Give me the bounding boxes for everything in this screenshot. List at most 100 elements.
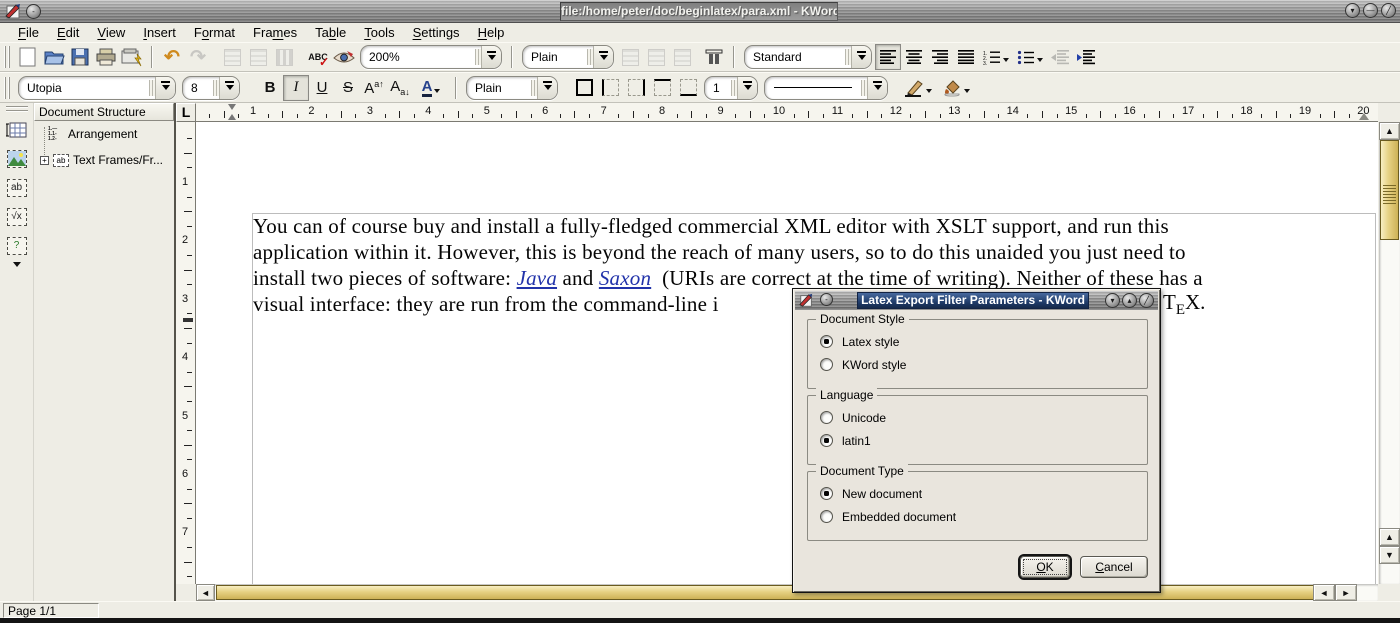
border-right-button[interactable]	[623, 75, 649, 101]
redo-button[interactable]: ↷	[185, 44, 211, 70]
italic-button[interactable]: I	[283, 75, 309, 101]
scroll-down-button[interactable]: ▼	[1379, 546, 1400, 564]
tab-selector[interactable]: L	[176, 103, 196, 122]
combo-arrow-icon[interactable]	[737, 77, 757, 99]
sticky-button[interactable]: -	[26, 4, 41, 19]
toolbar-handle[interactable]	[4, 77, 11, 99]
tree-item-arrangement[interactable]: 1.—1.1-1.2- Arrangement	[48, 127, 137, 141]
print-button[interactable]	[93, 44, 119, 70]
toolbar-handle[interactable]	[6, 105, 28, 112]
radio-unselected-icon[interactable]	[820, 510, 833, 523]
frame-style-combobox[interactable]: Plain	[466, 76, 558, 100]
left-indent-marker[interactable]	[228, 109, 236, 120]
font-size-combobox[interactable]: 8	[182, 76, 240, 100]
menu-frames[interactable]: Frames	[245, 24, 305, 41]
paragraph-style-combobox[interactable]: Standard	[744, 45, 872, 69]
spellcheck-button[interactable]: ABC ✓	[305, 44, 331, 70]
horizontal-scrollbar[interactable]	[196, 584, 1378, 601]
right-indent-marker[interactable]	[1359, 108, 1369, 120]
hyperlink-java[interactable]: Java	[517, 266, 557, 290]
combo-arrow-icon[interactable]	[851, 46, 871, 68]
scroll-left-button[interactable]: ◄	[196, 584, 215, 601]
scroll-up-button[interactable]: ▲	[1379, 122, 1400, 140]
endnote-button[interactable]	[643, 44, 669, 70]
menu-tools[interactable]: Tools	[356, 24, 402, 41]
numbered-list-dropdown-icon[interactable]	[1003, 58, 1009, 65]
toolbar-handle[interactable]	[4, 46, 11, 68]
superscript-button[interactable]: Aa↑	[361, 75, 387, 101]
tree-item-text-frames[interactable]: + ab Text Frames/Fr...	[40, 153, 163, 167]
menu-settings[interactable]: Settings	[405, 24, 468, 41]
document-structure-header[interactable]: Document Structure	[34, 103, 174, 121]
maximize-button[interactable]: ▴	[1122, 293, 1137, 308]
horizontal-scrollbar-thumb[interactable]	[216, 585, 1333, 600]
menu-format[interactable]: Format	[186, 24, 243, 41]
scroll-right-button[interactable]: ►	[1335, 584, 1357, 601]
close-button[interactable]: ╱	[1139, 293, 1154, 308]
close-button[interactable]: ╱	[1381, 3, 1396, 18]
numbered-list-button[interactable]: 1.2.3.	[979, 44, 1013, 70]
horizontal-ruler[interactable]: 1234567891011121314151617181920	[196, 103, 1378, 122]
increase-indent-button[interactable]	[1073, 44, 1099, 70]
dialog-titlebar[interactable]: - Latex Export Filter Parameters - KWord…	[795, 291, 1158, 310]
bullet-list-button[interactable]	[1013, 44, 1047, 70]
radio-selected-icon[interactable]	[820, 487, 833, 500]
hyperlink-saxon[interactable]: Saxon	[599, 266, 651, 290]
print-preview-button[interactable]	[119, 44, 145, 70]
font-color-button[interactable]: A	[413, 75, 449, 101]
open-button[interactable]	[41, 44, 67, 70]
vertical-ruler[interactable]: 12345678	[176, 122, 196, 584]
footnote-button[interactable]	[617, 44, 643, 70]
radio-option-new-document[interactable]: New document	[820, 482, 1147, 505]
align-right-button[interactable]	[927, 44, 953, 70]
menu-insert[interactable]: Insert	[135, 24, 184, 41]
radio-option-kword-style[interactable]: KWord style	[820, 353, 1147, 376]
document-viewport[interactable]: You can of course buy and install a full…	[196, 122, 1378, 584]
align-justify-button[interactable]	[953, 44, 979, 70]
background-color-dropdown-icon[interactable]	[964, 89, 970, 96]
align-center-button[interactable]	[901, 44, 927, 70]
align-left-button[interactable]	[875, 44, 901, 70]
menu-edit[interactable]: Edit	[49, 24, 87, 41]
radio-unselected-icon[interactable]	[820, 358, 833, 371]
cancel-button[interactable]: Cancel	[1080, 556, 1148, 578]
ok-button[interactable]: OK	[1020, 556, 1070, 578]
strikethrough-button[interactable]: S	[335, 75, 361, 101]
subscript-button[interactable]: Aa↓	[387, 75, 413, 101]
insert-object-dropdown-icon[interactable]	[13, 262, 21, 271]
background-color-button[interactable]	[937, 75, 975, 101]
radio-option-embedded-document[interactable]: Embedded document	[820, 505, 1147, 528]
shade-button[interactable]: ▾	[1105, 293, 1120, 308]
font-color-dropdown-icon[interactable]	[434, 89, 440, 96]
minimize-button[interactable]: —	[1363, 3, 1378, 18]
radio-option-unicode[interactable]: Unicode	[820, 406, 1147, 429]
border-width-combobox[interactable]: 1	[704, 76, 758, 100]
scroll-up-button-2[interactable]: ▲	[1379, 528, 1400, 546]
insert-picture-button[interactable]	[3, 145, 31, 172]
comment-button[interactable]	[669, 44, 695, 70]
bullet-list-dropdown-icon[interactable]	[1037, 58, 1043, 65]
border-all-button[interactable]	[571, 75, 597, 101]
underline-button[interactable]: U	[309, 75, 335, 101]
zoom-combobox[interactable]: 200%	[360, 45, 502, 69]
menu-view[interactable]: View	[89, 24, 133, 41]
insert-formula-button[interactable]: √x	[3, 203, 31, 230]
font-combobox[interactable]: Utopia	[18, 76, 176, 100]
border-style-combobox[interactable]	[764, 76, 888, 100]
border-color-dropdown-icon[interactable]	[926, 89, 932, 96]
radio-option-latin1[interactable]: latin1	[820, 429, 1147, 452]
radio-selected-icon[interactable]	[820, 335, 833, 348]
undo-button[interactable]: ↶	[159, 44, 185, 70]
menu-table[interactable]: Table	[307, 24, 354, 41]
combo-arrow-icon[interactable]	[537, 77, 557, 99]
sticky-button[interactable]: -	[820, 293, 833, 306]
cut-frame-button[interactable]	[219, 44, 245, 70]
border-left-button[interactable]	[597, 75, 623, 101]
save-button[interactable]	[67, 44, 93, 70]
menu-file[interactable]: File	[10, 24, 47, 41]
combo-arrow-icon[interactable]	[219, 77, 239, 99]
formatting-view-button[interactable]	[331, 44, 357, 70]
border-top-button[interactable]	[649, 75, 675, 101]
radio-option-latex-style[interactable]: Latex style	[820, 330, 1147, 353]
paste-frame-button[interactable]	[271, 44, 297, 70]
